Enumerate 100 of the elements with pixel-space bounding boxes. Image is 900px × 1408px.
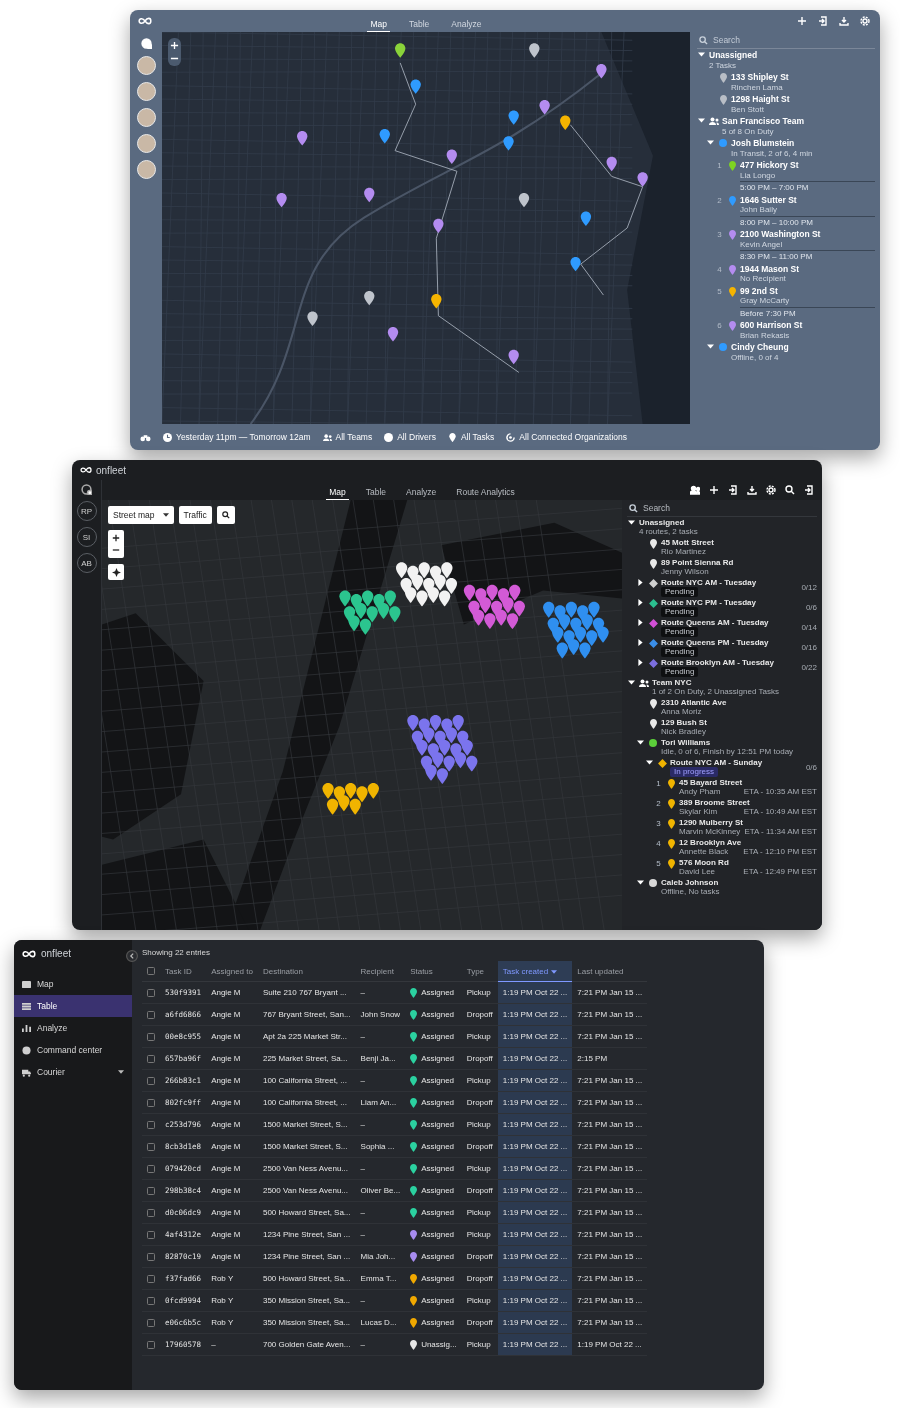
map-pin-icon[interactable] bbox=[339, 590, 351, 607]
map-type-dropdown[interactable]: Street map bbox=[108, 506, 174, 524]
caret-icon[interactable] bbox=[646, 758, 653, 766]
nav-item[interactable]: Map bbox=[14, 973, 132, 995]
minus-icon[interactable] bbox=[112, 546, 120, 554]
row-checkbox[interactable] bbox=[147, 988, 155, 997]
avatar[interactable] bbox=[136, 160, 156, 179]
row-checkbox[interactable] bbox=[147, 1054, 155, 1063]
collapse-icon[interactable] bbox=[126, 950, 138, 962]
map-pin-icon[interactable] bbox=[356, 786, 368, 803]
row-checkbox[interactable] bbox=[147, 1296, 155, 1305]
map-pin-icon[interactable] bbox=[395, 43, 406, 58]
map-pin-icon[interactable] bbox=[338, 795, 350, 812]
map-pin-icon[interactable] bbox=[377, 602, 390, 619]
filter-button[interactable]: All Connected Organizations bbox=[506, 432, 628, 442]
map-pin-icon[interactable] bbox=[359, 618, 372, 635]
caret-icon[interactable] bbox=[628, 678, 635, 686]
nav-item[interactable]: Table bbox=[14, 995, 132, 1017]
map-pin-icon[interactable] bbox=[441, 562, 453, 579]
select-all-checkbox[interactable] bbox=[147, 967, 155, 975]
row-checkbox[interactable] bbox=[147, 1252, 155, 1261]
map-pin-icon[interactable] bbox=[395, 562, 408, 579]
map-pin-icon[interactable] bbox=[411, 574, 424, 591]
column-header[interactable]: Task ID bbox=[160, 961, 207, 982]
map-pin-icon[interactable] bbox=[322, 782, 334, 799]
caret-icon[interactable] bbox=[637, 618, 644, 626]
column-header[interactable]: Task created bbox=[497, 961, 573, 982]
avatar[interactable] bbox=[136, 82, 156, 101]
filter-button[interactable]: All Tasks bbox=[447, 432, 495, 442]
column-header[interactable]: Last updated bbox=[572, 961, 648, 982]
column-header[interactable]: Type bbox=[461, 961, 498, 982]
map-pin-icon[interactable] bbox=[418, 562, 430, 579]
map-pin-icon[interactable] bbox=[307, 311, 318, 326]
caret-icon[interactable] bbox=[637, 738, 644, 746]
tab[interactable]: Table bbox=[362, 485, 389, 500]
caret-icon[interactable] bbox=[637, 878, 644, 886]
filter-button[interactable]: All Teams bbox=[322, 432, 373, 442]
caret-icon[interactable] bbox=[637, 638, 644, 646]
map-pin-icon[interactable] bbox=[427, 587, 439, 603]
map-pin-icon[interactable] bbox=[349, 798, 361, 815]
row-checkbox[interactable] bbox=[147, 1230, 155, 1239]
row-checkbox[interactable] bbox=[147, 1208, 155, 1217]
map-pin-icon[interactable] bbox=[389, 606, 401, 623]
search-field[interactable]: Search bbox=[713, 35, 843, 45]
map-pin-icon[interactable] bbox=[345, 782, 357, 799]
map-pin-icon[interactable] bbox=[529, 43, 540, 58]
filter-button[interactable]: Yesterday 11pm — Tomorrow 12am bbox=[163, 432, 311, 442]
row-checkbox[interactable] bbox=[147, 1010, 155, 1019]
row-checkbox[interactable] bbox=[147, 1098, 155, 1107]
row-checkbox[interactable] bbox=[147, 1186, 155, 1195]
nav-item[interactable]: Analyze bbox=[14, 1017, 132, 1039]
map-pin-icon[interactable] bbox=[367, 782, 379, 799]
caret-icon[interactable] bbox=[628, 518, 635, 526]
tab[interactable]: Analyze bbox=[448, 17, 485, 32]
row-checkbox[interactable] bbox=[147, 1120, 155, 1129]
nav-item[interactable]: Courier bbox=[14, 1061, 132, 1083]
column-header[interactable]: Status bbox=[405, 961, 462, 982]
tab[interactable]: Table bbox=[406, 17, 433, 32]
tab[interactable]: Route Analytics bbox=[453, 485, 518, 500]
filter-button[interactable]: All Drivers bbox=[384, 432, 436, 442]
chat-icon[interactable] bbox=[81, 484, 92, 495]
caret-icon[interactable] bbox=[637, 598, 644, 606]
caret-icon[interactable] bbox=[637, 658, 644, 666]
row-checkbox[interactable] bbox=[147, 1032, 155, 1041]
map-pin-icon[interactable] bbox=[438, 590, 451, 607]
column-header[interactable]: Assigned to bbox=[206, 961, 258, 982]
caret-icon[interactable] bbox=[637, 578, 644, 586]
zoom-control[interactable] bbox=[168, 38, 181, 66]
map-pin-icon[interactable] bbox=[518, 192, 530, 208]
import-icon[interactable] bbox=[728, 485, 738, 495]
map-pin-icon[interactable] bbox=[364, 290, 375, 306]
map-pin-icon[interactable] bbox=[416, 590, 428, 607]
map-pin-icon[interactable] bbox=[434, 574, 446, 591]
nav-item[interactable]: Command center bbox=[14, 1039, 132, 1061]
row-checkbox[interactable] bbox=[147, 1318, 155, 1327]
row-checkbox[interactable] bbox=[147, 1340, 155, 1349]
logout-icon[interactable] bbox=[804, 485, 814, 495]
map-pin-icon[interactable] bbox=[384, 590, 396, 607]
row-checkbox[interactable] bbox=[147, 1142, 155, 1151]
map-pin-icon[interactable] bbox=[366, 606, 378, 623]
avatar[interactable] bbox=[136, 134, 156, 153]
search-field[interactable]: Search bbox=[643, 503, 773, 513]
zoom-control[interactable] bbox=[108, 530, 124, 558]
traffic-button[interactable]: Traffic bbox=[178, 506, 212, 524]
download-icon[interactable] bbox=[747, 485, 757, 495]
avatar[interactable] bbox=[136, 108, 156, 127]
map-pin-icon[interactable] bbox=[326, 798, 339, 815]
map-pin-icon[interactable] bbox=[355, 602, 367, 619]
map-pin-icon[interactable] bbox=[431, 294, 442, 309]
row-checkbox[interactable] bbox=[147, 1274, 155, 1283]
map-pin-icon[interactable] bbox=[445, 578, 458, 594]
map-pin-icon[interactable] bbox=[362, 590, 374, 607]
avatar[interactable] bbox=[136, 56, 156, 75]
map-pin-icon[interactable] bbox=[405, 587, 417, 603]
row-checkbox[interactable] bbox=[147, 1076, 155, 1085]
locate-button[interactable] bbox=[108, 564, 124, 580]
tab[interactable]: Analyze bbox=[403, 485, 440, 500]
map-pin-icon[interactable] bbox=[560, 115, 571, 130]
settings-icon[interactable] bbox=[766, 485, 776, 495]
column-header[interactable]: Destination bbox=[257, 961, 356, 982]
